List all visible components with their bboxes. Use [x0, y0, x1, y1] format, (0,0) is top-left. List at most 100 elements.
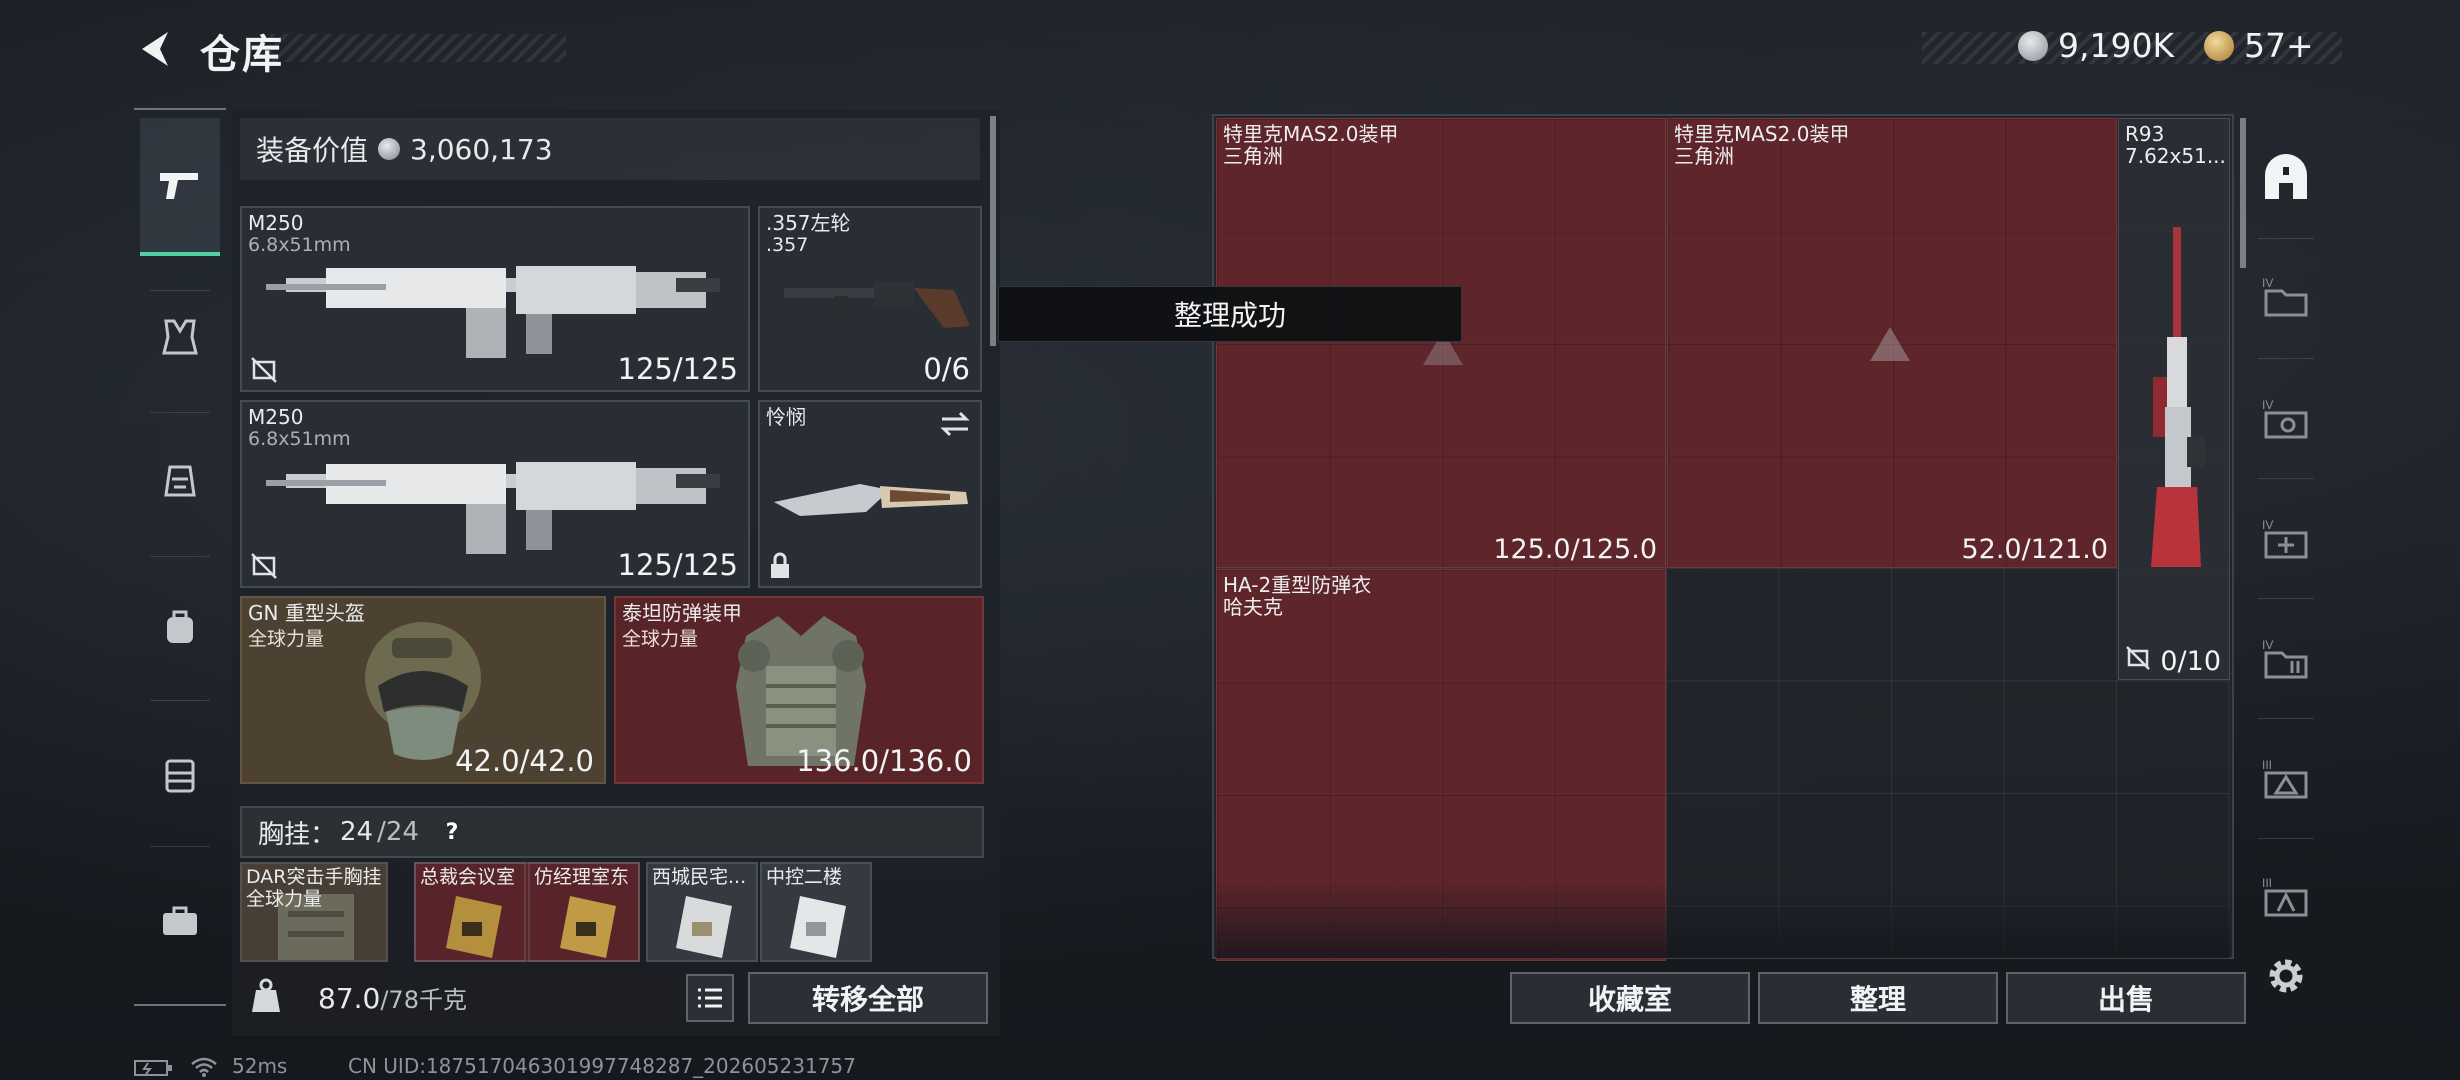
storage-item-armor[interactable]: 特里克MAS2.0装甲 三角洲 125.0/125.0 [1216, 118, 1666, 568]
tab-weapons[interactable] [140, 118, 220, 256]
tab-case[interactable] [140, 876, 220, 966]
collection-room-button[interactable]: 收藏室 [1510, 972, 1750, 1024]
svg-text:III: III [2262, 758, 2272, 772]
storage-item-armor[interactable]: 特里克MAS2.0装甲 三角洲 52.0/121.0 [1667, 118, 2117, 568]
rail-divider [2258, 238, 2314, 239]
ammo-folder-icon: IV [2262, 638, 2308, 679]
item-faction: 三角洲 [1223, 144, 1283, 168]
battery-icon [134, 1060, 172, 1076]
weapon-card-primary[interactable]: M250 6.8x51mm 125/125 [240, 206, 750, 392]
title-decoration [270, 34, 566, 62]
item-caliber: .357 [766, 234, 809, 256]
medkit-icon: IV [2262, 518, 2308, 559]
tab-backpack[interactable] [140, 582, 220, 672]
keycard-image [446, 896, 502, 958]
chest-rig-header: 胸挂： 24 /24 ? [240, 806, 984, 858]
armor-vest-icon [162, 319, 198, 355]
list-view-button[interactable] [686, 974, 734, 1022]
gold-currency[interactable]: 57+ [2204, 26, 2314, 65]
pistol-icon [160, 173, 198, 199]
ping-readout: 52ms [232, 1054, 288, 1078]
durability-value: 52.0/121.0 [1961, 534, 2108, 565]
keycard-item[interactable]: 总裁会议室 [414, 862, 526, 962]
keycard-item[interactable]: 中控二楼 [760, 862, 872, 962]
rail-divider [2258, 838, 2314, 839]
tab-storage-tier3[interactable]: III [2250, 740, 2322, 816]
uid-readout: CN UID:187517046301997748287_20260523175… [348, 1054, 856, 1078]
svg-text:IV: IV [2262, 518, 2273, 532]
weapon-card-sidearm[interactable]: .357左轮 .357 0/6 [758, 206, 982, 392]
item-faction: 全球力量 [246, 888, 323, 910]
carry-weight: 87.0/78千克 [318, 980, 467, 1015]
machine-gun-image [266, 462, 720, 554]
left-scrollbar[interactable] [990, 116, 996, 346]
tab-storage-ammo[interactable]: IV [2250, 620, 2322, 696]
melee-card[interactable]: 怜悯 [758, 400, 982, 588]
rail-divider [150, 290, 210, 291]
item-name: .357左轮 [766, 211, 851, 235]
item-faction: 三角洲 [1674, 144, 1734, 168]
grid-fade [1216, 880, 2230, 958]
ammo-count: 0/6 [923, 352, 970, 386]
item-faction: 全球力量 [248, 628, 325, 650]
knife-image [774, 484, 968, 516]
item-name: 中控二楼 [766, 866, 843, 888]
helmet-card[interactable]: GN 重型头盔 全球力量 42.0/42.0 [240, 596, 606, 784]
item-name: 仿经理室东 [534, 866, 630, 888]
silver-coin-icon [2018, 30, 2048, 61]
weapon-card-secondary[interactable]: M250 6.8x51mm 125/125 [240, 400, 750, 588]
transfer-all-button[interactable]: 转移全部 [748, 972, 988, 1024]
chest-rig-label: 胸挂： [258, 819, 337, 850]
back-button[interactable] [134, 28, 174, 70]
briefcase-icon [163, 906, 197, 935]
item-faction: 哈夫克 [1223, 595, 1283, 619]
container-icon [165, 759, 195, 793]
tier-folder-icon: III [2262, 758, 2308, 799]
tab-container[interactable] [140, 730, 220, 820]
swap-icon[interactable] [938, 410, 972, 438]
chest-rig-item[interactable]: DAR突击手胸挂 全球力量 [240, 862, 388, 962]
help-icon[interactable]: ? [434, 815, 469, 849]
settings-button[interactable] [2250, 938, 2322, 1014]
weight-icon [252, 978, 280, 1012]
tab-storage-medical[interactable]: IV [2250, 500, 2322, 576]
sort-button[interactable]: 整理 [1758, 972, 1998, 1024]
chest-rig-current: 24 [340, 817, 374, 847]
item-name: 怜悯 [766, 405, 806, 429]
silver-currency-value: 9,190K [2058, 26, 2175, 65]
tab-armor[interactable] [140, 292, 220, 382]
silver-currency: 9,190K [2018, 26, 2174, 65]
body-armor-card[interactable]: 泰坦防弹装甲 全球力量 136.0/136.0 [614, 596, 984, 784]
durability-value: 136.0/136.0 [796, 744, 972, 778]
sniper-rifle-image [2151, 227, 2205, 567]
backpack-icon [167, 610, 193, 643]
rail-divider [2258, 358, 2314, 359]
svg-text:III: III [2262, 876, 2272, 890]
silver-coin-icon [378, 138, 401, 160]
machine-gun-image [266, 266, 720, 358]
tab-helmet[interactable] [140, 436, 220, 526]
svg-text:IV: IV [2262, 638, 2273, 652]
storage-scrollbar[interactable] [2240, 118, 2246, 268]
rail-top-divider [134, 108, 226, 110]
item-name: M250 [248, 211, 304, 235]
sell-button[interactable]: 出售 [2006, 972, 2246, 1024]
tab-storage-all[interactable] [2250, 140, 2322, 216]
item-caliber: 7.62x51... [2125, 144, 2226, 168]
no-mod-icon [2126, 646, 2150, 670]
item-name: HA-2重型防弹衣 [1223, 573, 1372, 597]
back-arrow-icon [142, 32, 168, 66]
tab-storage-folder[interactable]: IV [2250, 258, 2322, 334]
item-name: 总裁会议室 [420, 866, 516, 888]
item-name: GN 重型头盔 [248, 601, 365, 625]
tab-storage-tier3b[interactable]: III [2250, 858, 2322, 934]
folder-icon: IV [2262, 276, 2308, 317]
keycard-item[interactable]: 仿经理室东 [528, 862, 640, 962]
keycard-image [790, 896, 846, 958]
keycard-item[interactable]: 西城民宅... [646, 862, 758, 962]
storage-item-rifle[interactable]: R93 7.62x51... 0/10 [2118, 118, 2230, 680]
equipment-value-bar: 装备价值 3,060,173 [240, 118, 980, 180]
tab-storage-gear[interactable]: IV [2250, 380, 2322, 456]
item-name: M250 [248, 405, 304, 429]
equipment-value-amount: 3,060,173 [410, 132, 553, 166]
